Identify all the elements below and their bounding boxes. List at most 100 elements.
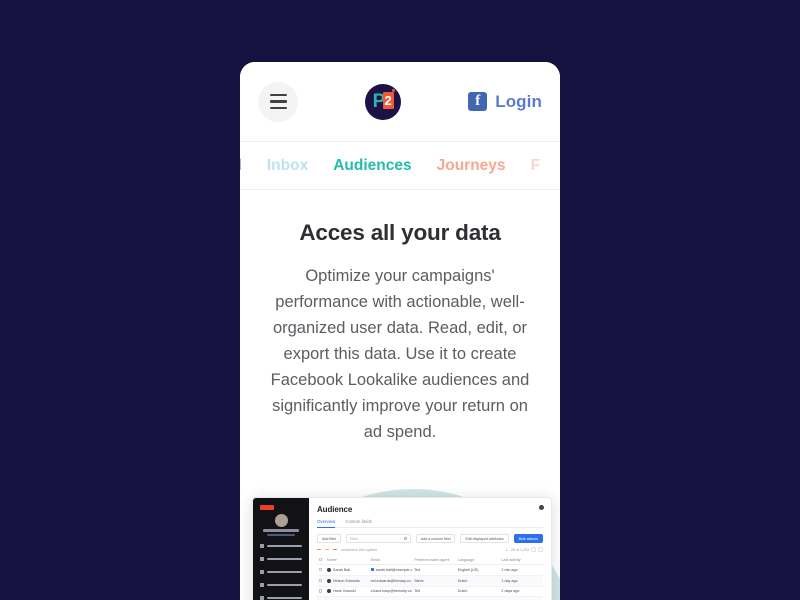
- analytics-icon: [260, 596, 264, 600]
- avatar: [327, 568, 331, 573]
- page-title: Acces all your data: [299, 220, 501, 245]
- table-row[interactable]: Amelia Lunn a.melia.lu@beacyle.com Kelvi…: [317, 596, 543, 600]
- table-header-row: Name Email Preferred sales agent Languag…: [317, 555, 543, 566]
- sidebar-item-label: [267, 571, 302, 574]
- pagination-range: 1 - 25 of 1,253: [505, 547, 529, 552]
- table-row[interactable]: Hans Voduski v.hans.hdsp@bbinotip.co.nl …: [317, 586, 543, 598]
- cell-email: a.melia.lu@beacyle.com: [368, 596, 413, 600]
- tab-partial-next[interactable]: F: [531, 157, 540, 175]
- status-badge: [333, 549, 337, 550]
- hamburger-line: [269, 100, 287, 103]
- search-placeholder: Find: [350, 536, 358, 541]
- preview-user-name: [263, 529, 299, 532]
- preview-tabs: Overview Custom fields: [317, 519, 543, 528]
- tab-inbox[interactable]: Inbox: [267, 157, 308, 175]
- sidebar-item-flows[interactable]: [257, 567, 305, 578]
- table-row[interactable]: Sarah Ball sarah.ball@example.com Ted En…: [317, 564, 543, 576]
- menu-hamburger-icon[interactable]: [258, 81, 298, 122]
- preview-tab-overview[interactable]: Overview: [317, 519, 336, 528]
- facebook-login-label: Login: [495, 91, 542, 111]
- row-checkbox-cell[interactable]: [317, 564, 325, 576]
- select-all-header[interactable]: [317, 555, 325, 566]
- inbox-icon: [260, 557, 264, 562]
- search-input[interactable]: Find: [346, 534, 411, 543]
- broadcast-icon: [260, 583, 264, 588]
- checkbox-icon[interactable]: [319, 567, 323, 572]
- facebook-icon: [468, 92, 488, 111]
- search-icon: [403, 537, 407, 540]
- chevron-left-icon[interactable]: [531, 547, 536, 552]
- column-header-name[interactable]: Name: [325, 555, 369, 566]
- brand-logo[interactable]: P 2: [365, 83, 402, 120]
- section-tabs-scroller[interactable]: ound Inbox Audiences Journeys F: [240, 157, 540, 175]
- product-showcase: Audience Overview Custom fields Add filt…: [240, 469, 560, 600]
- cell-language: Dutch: [455, 586, 500, 598]
- checkbox-icon[interactable]: [319, 589, 323, 593]
- tab-audiences[interactable]: Audiences: [333, 157, 411, 175]
- sidebar-item-broadcasts[interactable]: [257, 580, 305, 591]
- column-header-email[interactable]: Email: [368, 555, 413, 566]
- contact-email: sarah.ball@example.com: [375, 568, 412, 573]
- row-checkbox-cell[interactable]: [317, 575, 325, 587]
- column-header-language[interactable]: Language: [455, 555, 500, 566]
- preview-selection-bar: contacts in this system 1 - 25 of 1,253: [317, 547, 543, 552]
- row-checkbox-cell[interactable]: [317, 586, 325, 598]
- tab-inbound[interactable]: ound: [240, 157, 242, 175]
- mail-icon: [370, 568, 374, 572]
- preview-main-panel: Audience Overview Custom fields Add filt…: [309, 498, 551, 600]
- sidebar-item-label: [267, 558, 302, 561]
- column-header-activity[interactable]: Last activity: [499, 555, 543, 566]
- preview-user-email: [267, 533, 295, 536]
- screenshot-stage: P 2 Login ound Inbox Audiences Journeys …: [0, 0, 800, 600]
- chevron-right-icon[interactable]: [538, 547, 543, 552]
- add-filter-button[interactable]: Add filter: [317, 534, 342, 543]
- cell-name: Nelson Edwards: [325, 575, 369, 587]
- column-header-agent[interactable]: Preferred sales agent: [412, 555, 456, 566]
- preview-sidebar: [253, 498, 309, 600]
- hero-description: Optimize your campaigns' performance wit…: [270, 267, 530, 441]
- sidebar-item-inbox[interactable]: [257, 554, 305, 565]
- hamburger-line: [269, 106, 287, 109]
- preview-tab-custom-fields[interactable]: Custom fields: [345, 519, 372, 524]
- contact-name: Nelson Edwards: [333, 578, 360, 583]
- status-badge: [317, 549, 321, 550]
- gear-icon[interactable]: [539, 505, 544, 510]
- cell-language: Dutch: [455, 575, 500, 587]
- top-navigation-bar: P 2 Login: [240, 62, 560, 142]
- section-tabs: ound Inbox Audiences Journeys F: [240, 142, 560, 190]
- pagination[interactable]: 1 - 25 of 1,253: [506, 547, 543, 552]
- cell-email: nel.edwards@theway.co.uk: [368, 575, 413, 587]
- row-checkbox-cell[interactable]: [317, 596, 325, 600]
- dashboard-icon: [260, 544, 264, 549]
- phone-frame: P 2 Login ound Inbox Audiences Journeys …: [240, 62, 560, 600]
- brand-logo-letter-two: 2: [382, 92, 394, 109]
- cell-agent: Ted: [412, 586, 456, 598]
- table-row[interactable]: Nelson Edwards nel.edwards@theway.co.uk …: [317, 575, 543, 587]
- checkbox-icon[interactable]: [319, 557, 323, 561]
- contact-name: Hans Voduski: [333, 589, 356, 594]
- cell-activity: 2 days ago: [499, 586, 543, 598]
- cell-agent: Kelvin: [412, 596, 456, 600]
- checkbox-icon[interactable]: [319, 578, 323, 582]
- sidebar-item-label: [267, 545, 302, 548]
- bulk-actions-button[interactable]: Bulk actions: [513, 534, 543, 543]
- brand-logo-dot: [391, 89, 395, 92]
- flows-icon: [260, 570, 264, 575]
- cell-activity: 1 day ago: [499, 575, 543, 587]
- edit-displayed-attributes-button[interactable]: Edit displayed attributes: [460, 534, 509, 543]
- cell-activity: 2 min ago: [499, 564, 543, 576]
- sidebar-item-label: [267, 584, 302, 587]
- avatar: [327, 578, 331, 583]
- preview-page-title: Audience: [317, 505, 353, 514]
- cell-email: sarah.ball@example.com: [368, 564, 413, 576]
- sidebar-item-dashboard[interactable]: [257, 541, 305, 552]
- tab-journeys[interactable]: Journeys: [437, 157, 506, 175]
- avatar: [274, 514, 288, 527]
- sidebar-item-analytics[interactable]: [257, 593, 305, 600]
- cell-name: Amelia Lunn: [325, 596, 369, 600]
- cell-email: v.hans.hdsp@bbinotip.co.nl: [368, 586, 413, 598]
- preview-sidebar-nav: [257, 541, 305, 600]
- facebook-login-button[interactable]: Login: [468, 92, 542, 112]
- add-custom-field-button[interactable]: Add a custom field: [415, 534, 456, 543]
- cell-agent: Steve: [412, 575, 456, 587]
